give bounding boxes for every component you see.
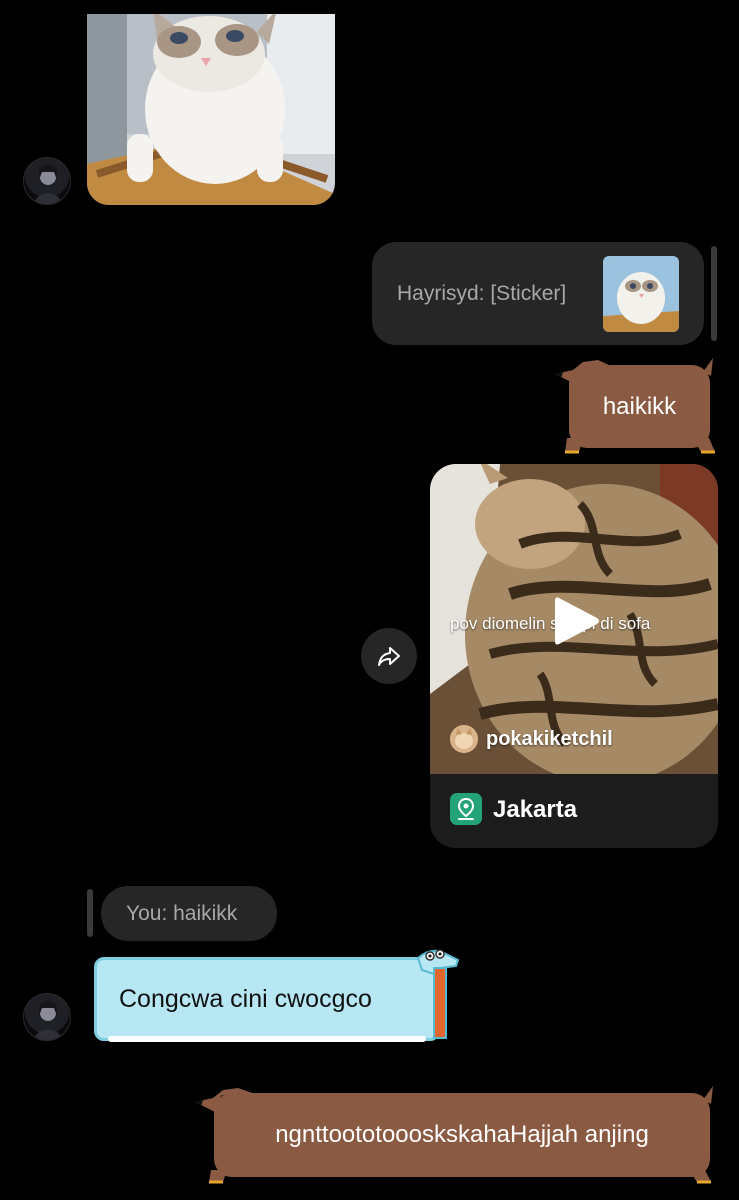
- video-caption: pov diomelin s pupi di sofa: [450, 614, 651, 633]
- play-icon[interactable]: [555, 596, 599, 646]
- message-text: haikikk: [602, 392, 677, 420]
- message-text: ngnttoototoooskskahaHajjah anjing: [275, 1121, 649, 1148]
- reply-preview[interactable]: Hayrisyd: [Sticker]: [372, 242, 704, 345]
- cat-sticker-image[interactable]: [87, 14, 335, 205]
- sent-message-bubble[interactable]: ngnttoototoooskskahaHajjah anjing: [214, 1093, 710, 1177]
- reply-preview-text: Hayrisyd: [Sticker]: [397, 282, 567, 305]
- gator-bubble-bottom-edge: [108, 1036, 426, 1042]
- contact-avatar[interactable]: [23, 157, 71, 205]
- location-pin-icon: [450, 793, 482, 825]
- share-button[interactable]: [361, 628, 417, 684]
- reply-indicator-bar: [711, 246, 717, 341]
- location-name: Jakarta: [493, 796, 578, 823]
- sent-message-bubble[interactable]: haikikk: [569, 365, 710, 448]
- message-text: Congcwa cini cwocgco: [119, 984, 372, 1013]
- reply-preview[interactable]: You: haikikk: [101, 886, 277, 941]
- location-row[interactable]: Jakarta: [430, 774, 718, 848]
- author-avatar: [450, 725, 478, 753]
- sticker-thumbnail: [603, 256, 679, 332]
- shared-video-card[interactable]: pov diomelin s pupi di sofa pokakiketchi…: [430, 464, 718, 848]
- reply-preview-text: You: haikikk: [126, 902, 238, 925]
- reply-indicator-bar: [87, 889, 93, 937]
- contact-avatar[interactable]: [23, 993, 71, 1041]
- gator-bubble-decoration: [412, 946, 462, 1042]
- video-author[interactable]: pokakiketchil: [486, 728, 613, 751]
- share-icon: [378, 647, 400, 666]
- received-message-bubble[interactable]: Congcwa cini cwocgco: [94, 957, 440, 1041]
